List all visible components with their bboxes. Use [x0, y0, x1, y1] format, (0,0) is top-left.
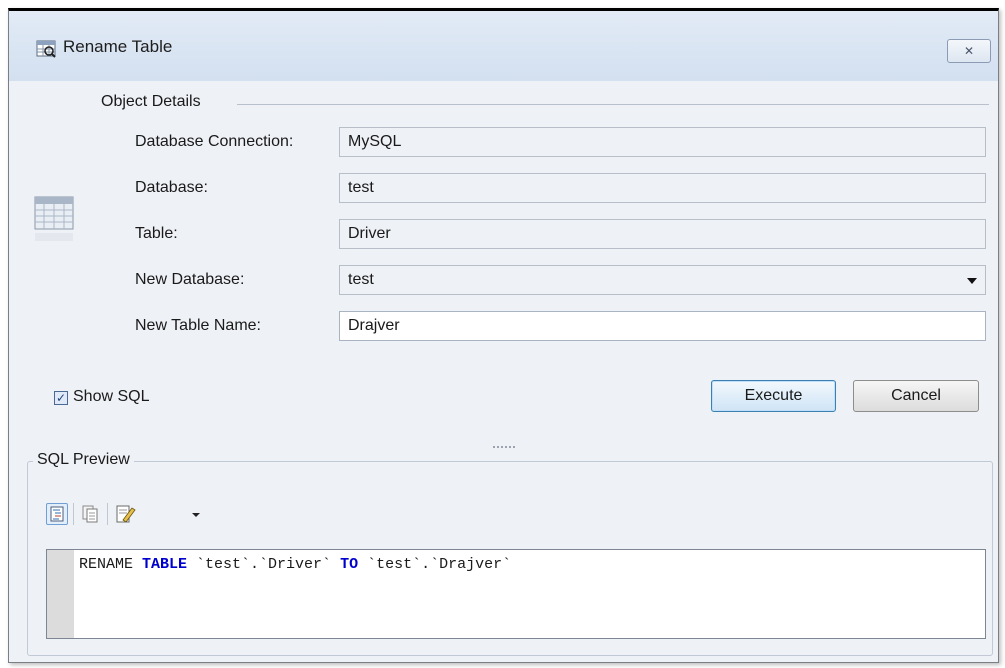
title-bar[interactable]: Rename Table ✕ [9, 11, 998, 81]
new-table-name-input[interactable]: Drajver [339, 311, 986, 341]
close-button[interactable]: ✕ [947, 39, 991, 63]
format-sql-button[interactable] [46, 503, 68, 525]
toolbar-separator [107, 503, 108, 525]
database-label: Database: [135, 179, 208, 196]
editor-gutter [47, 550, 74, 638]
new-database-value: test [348, 271, 374, 288]
toolbar-separator [73, 503, 74, 525]
sql-editor[interactable]: RENAME TABLE `test`.`Driver` TO `test`.`… [46, 549, 986, 639]
sql-text: `test`.`Driver` [187, 556, 341, 573]
sql-text: RENAME [79, 556, 143, 573]
sql-keyword: TABLE [142, 556, 188, 573]
copy-sql-button[interactable] [79, 503, 101, 525]
close-icon: ✕ [963, 44, 975, 58]
sql-keyword: TO [340, 556, 359, 573]
chevron-down-icon[interactable] [967, 278, 977, 284]
sql-code: RENAME TABLE `test`.`Driver` TO `test`.`… [79, 556, 511, 573]
new-table-name-value: Drajver [348, 317, 400, 334]
copy-icon [82, 505, 98, 523]
dialog-title: Rename Table [63, 37, 173, 56]
table-field: Driver [339, 219, 986, 249]
table-value: Driver [348, 225, 391, 242]
database-field: test [339, 173, 986, 203]
object-details-title: Object Details [101, 93, 201, 110]
new-table-name-label: New Table Name: [135, 317, 261, 334]
database-connection-field: MySQL [339, 127, 986, 157]
database-connection-label: Database Connection: [135, 133, 294, 150]
format-icon [50, 506, 64, 522]
open-in-editor-button[interactable] [113, 503, 136, 525]
database-connection-value: MySQL [348, 133, 402, 150]
editor-icon [116, 505, 136, 523]
object-details-divider [237, 104, 989, 105]
show-sql-checkbox[interactable]: ✓ [54, 391, 68, 405]
rename-table-dialog: Rename Table ✕ Object Details Database C… [8, 8, 999, 663]
table-icon [34, 196, 74, 241]
checkmark-icon: ✓ [55, 391, 67, 405]
sql-text: `test`.`Drajver` [358, 556, 512, 573]
new-database-select[interactable]: test [339, 265, 986, 295]
chevron-down-icon[interactable] [192, 513, 200, 517]
splitter-grip-icon[interactable] [493, 445, 517, 449]
sql-preview-title: SQL Preview [33, 451, 134, 469]
cancel-button[interactable]: Cancel [853, 380, 979, 412]
table-label: Table: [135, 225, 178, 242]
rename-table-icon [36, 40, 56, 58]
database-value: test [348, 179, 374, 196]
dialog-body: Object Details Database Connection: MySQ… [9, 81, 998, 662]
new-database-label: New Database: [135, 271, 245, 288]
show-sql-label[interactable]: Show SQL [73, 388, 149, 406]
execute-button[interactable]: Execute [711, 380, 836, 412]
